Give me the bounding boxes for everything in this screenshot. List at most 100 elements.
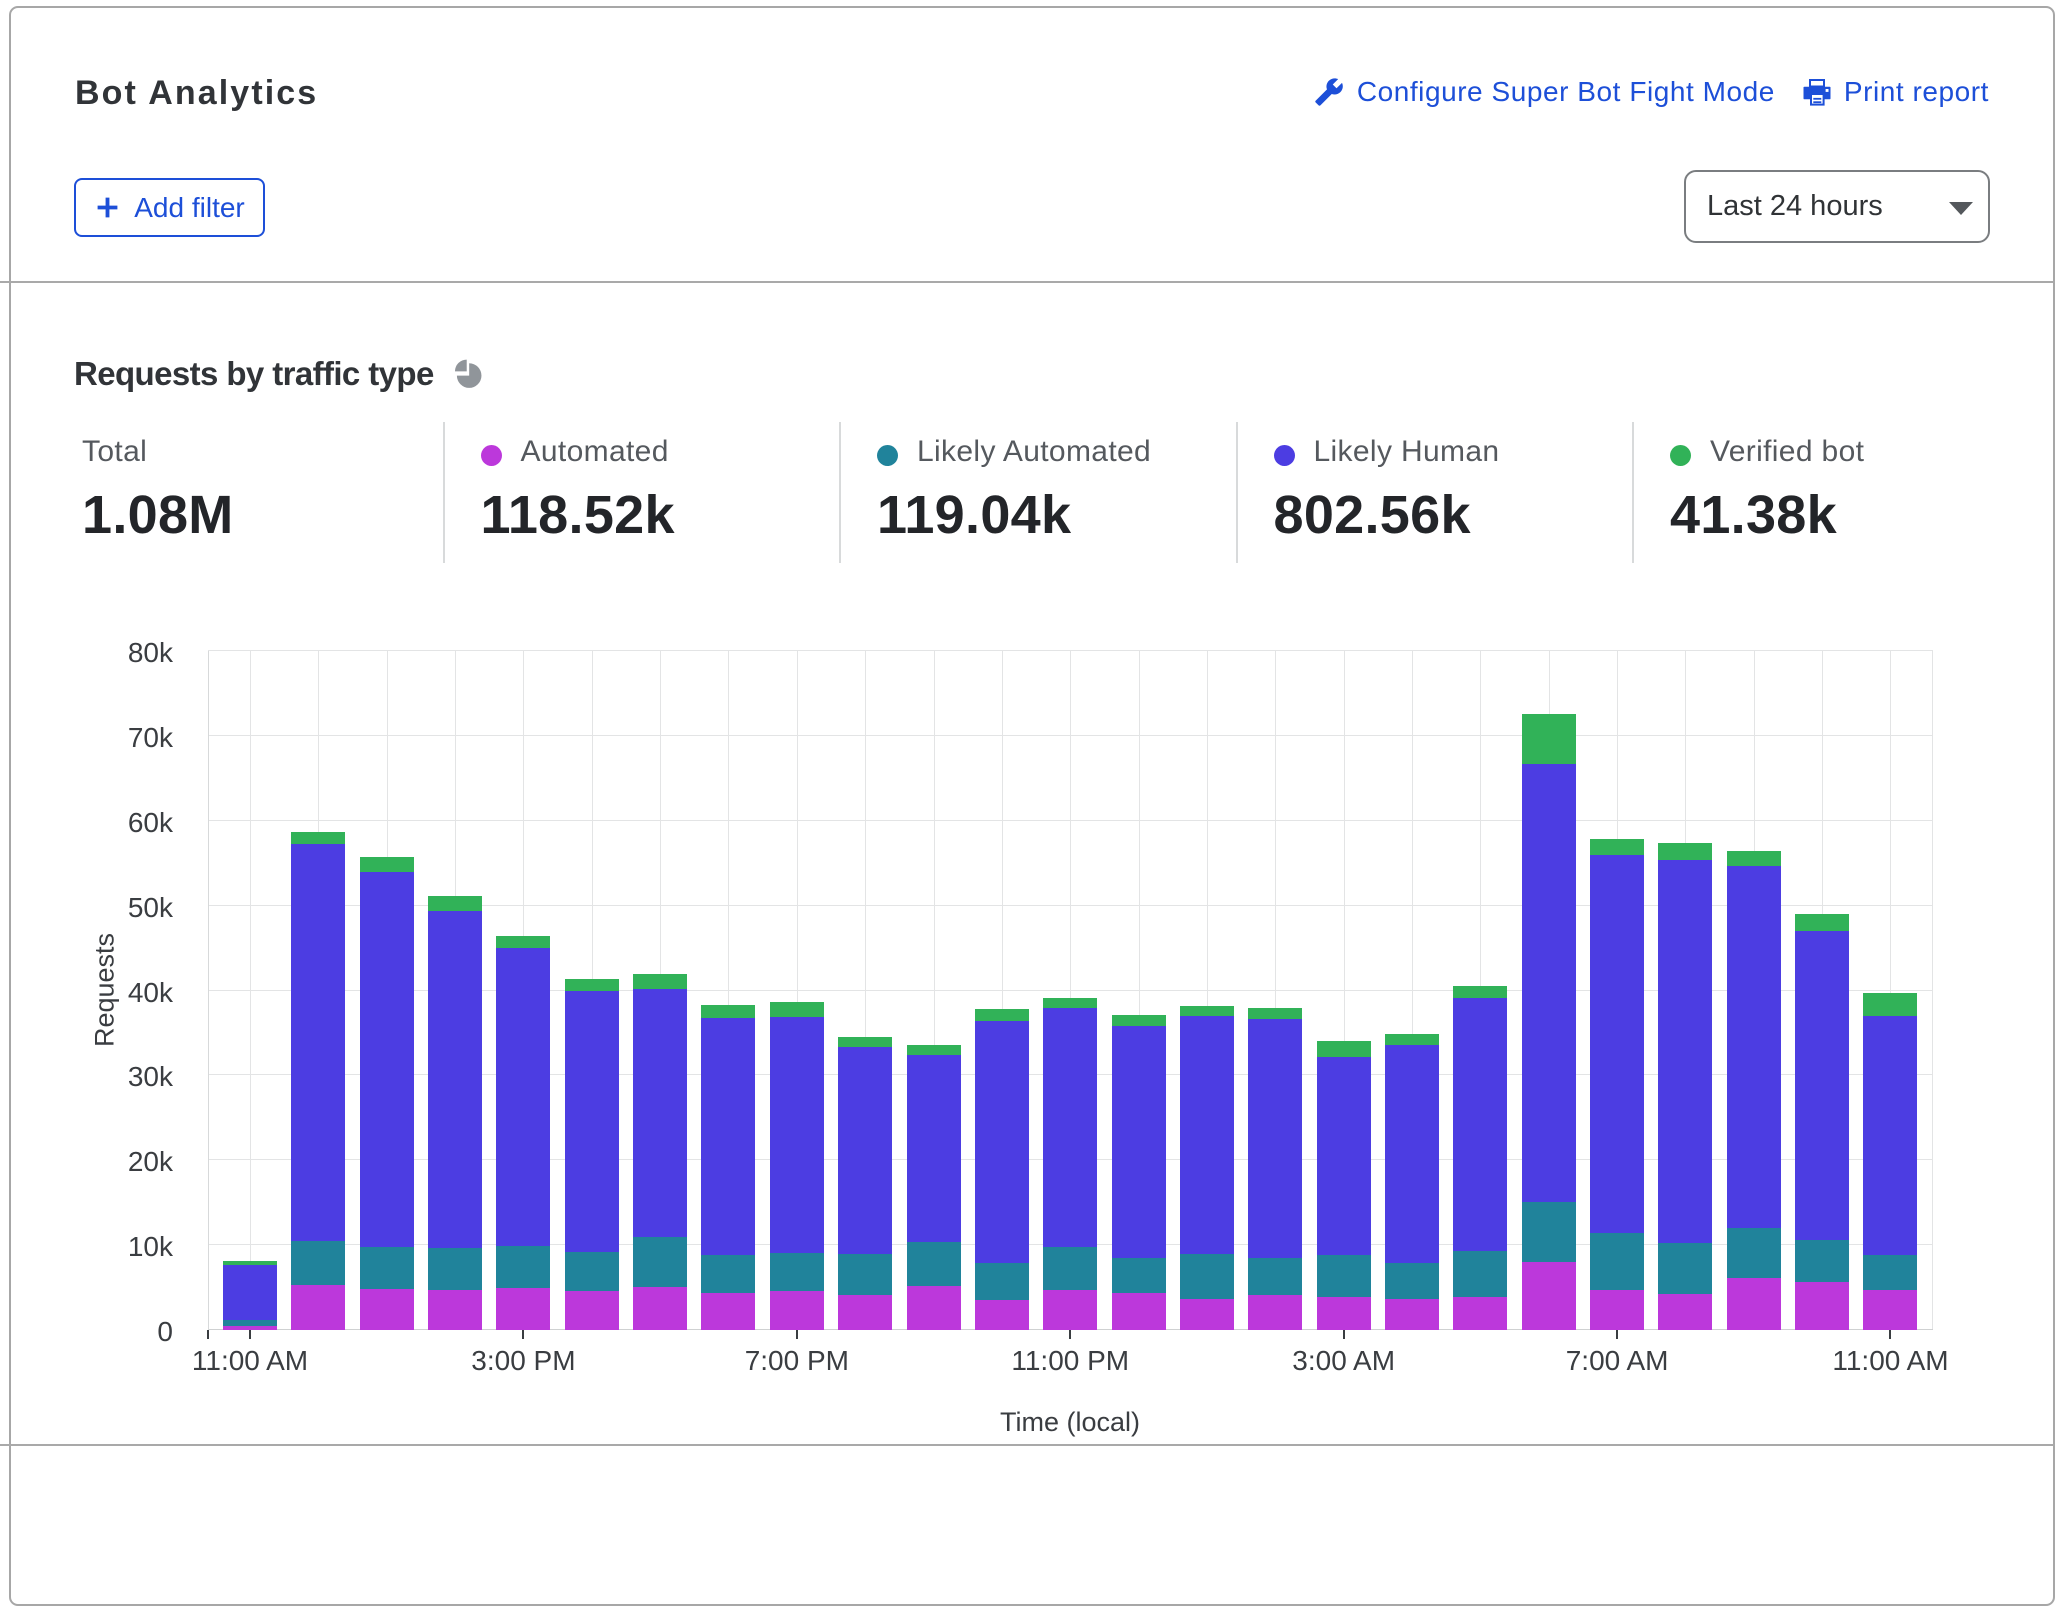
bar-8-00-pm[interactable] (838, 1037, 892, 1330)
bar-4-00-am[interactable] (1385, 1034, 1439, 1330)
print-report-link[interactable]: Print report (1803, 76, 1989, 108)
stat-label: Likely Human (1314, 435, 1500, 469)
bar-segment-likely-human (223, 1265, 277, 1320)
bar-8-00-am[interactable] (1658, 843, 1712, 1330)
bar-segment-likely-automated (223, 1320, 277, 1326)
bar-10-00-pm[interactable] (975, 1009, 1029, 1330)
bar-segment-verified-bot (1317, 1041, 1371, 1057)
bar-11-00-am[interactable] (1863, 993, 1917, 1330)
bar-segment-automated (1317, 1297, 1371, 1330)
x-tick-mark (522, 1330, 524, 1339)
bar-1-00-am[interactable] (1180, 1006, 1234, 1330)
bar-9-00-pm[interactable] (907, 1045, 961, 1330)
bar-segment-likely-human (1453, 998, 1507, 1251)
bar-segment-likely-human (1590, 855, 1644, 1233)
plot-right-edge-line (1932, 651, 1933, 1330)
bar-segment-verified-bot (428, 896, 482, 911)
bar-4-00-pm[interactable] (565, 979, 619, 1330)
bar-segment-likely-human (1180, 1016, 1234, 1254)
bar-segment-likely-human (1317, 1057, 1371, 1255)
bar-segment-verified-bot (770, 1002, 824, 1017)
bar-segment-likely-automated (701, 1255, 755, 1293)
bar-segment-likely-automated (907, 1242, 961, 1286)
header-links: Configure Super Bot Fight Mode Print rep… (1314, 76, 1989, 108)
bar-7-00-pm[interactable] (770, 1002, 824, 1330)
bar-12-00-am[interactable] (1112, 1015, 1166, 1330)
bar-10-00-am[interactable] (1795, 914, 1849, 1330)
bar-5-00-am[interactable] (1453, 986, 1507, 1330)
bar-segment-automated (1795, 1282, 1849, 1330)
stat-likely-automated: Likely Automated119.04k (839, 422, 1236, 563)
bar-5-00-pm[interactable] (633, 974, 687, 1330)
bar-segment-automated (975, 1300, 1029, 1330)
bar-9-00-am[interactable] (1727, 851, 1781, 1330)
time-range-select[interactable]: Last 24 hours (1684, 170, 1990, 243)
requests-chart: Requests Time (local) 010k20k30k40k50k60… (0, 600, 2062, 1444)
y-tick-label: 40k (128, 977, 173, 1009)
bar-segment-likely-automated (1180, 1254, 1234, 1299)
header-divider (0, 281, 2055, 283)
bar-segment-likely-automated (633, 1237, 687, 1287)
bar-segment-likely-human (1248, 1019, 1302, 1258)
bar-segment-likely-human (907, 1055, 961, 1242)
x-tick-label: 11:00 AM (192, 1345, 308, 1377)
add-filter-button[interactable]: Add filter (74, 178, 265, 237)
y-tick-label: 80k (128, 637, 173, 669)
stat-value: 1.08M (82, 484, 443, 546)
bar-segment-verified-bot (701, 1005, 755, 1018)
bar-segment-automated (1248, 1295, 1302, 1330)
bar-segment-likely-automated (1590, 1233, 1644, 1290)
traffic-type-stats: Total1.08MAutomated118.52kLikely Automat… (46, 422, 2036, 563)
time-range-value: Last 24 hours (1707, 190, 1883, 223)
bar-segment-likely-human (428, 911, 482, 1248)
bar-segment-likely-automated (1453, 1251, 1507, 1297)
bar-segment-likely-automated (1795, 1240, 1849, 1282)
bar-segment-automated (838, 1295, 892, 1330)
bar-7-00-am[interactable] (1590, 839, 1644, 1330)
bar-segment-likely-automated (360, 1247, 414, 1289)
bar-segment-likely-automated (565, 1252, 619, 1291)
bar-segment-automated (1522, 1262, 1576, 1330)
x-tick-mark (1343, 1330, 1345, 1339)
plus-icon (94, 194, 121, 221)
bar-segment-verified-bot (496, 936, 550, 948)
v-gridline (250, 651, 251, 1330)
stat-total: Total1.08M (46, 422, 443, 563)
bar-3-00-am[interactable] (1317, 1041, 1371, 1330)
chevron-down-icon (1949, 202, 1973, 215)
page-title: Bot Analytics (75, 74, 318, 113)
analytics-content: Bot Analytics Configure Super Bot Fight … (0, 0, 2062, 1450)
x-tick-label: 7:00 AM (1566, 1345, 1669, 1377)
bar-6-00-pm[interactable] (701, 1005, 755, 1330)
legend-dot (1670, 445, 1691, 466)
bar-11-00-pm[interactable] (1043, 998, 1097, 1330)
bar-2-00-pm[interactable] (428, 896, 482, 1330)
x-tick-label: 11:00 PM (1011, 1345, 1129, 1377)
bar-6-00-am[interactable] (1522, 714, 1576, 1330)
bar-segment-verified-bot (360, 857, 414, 872)
bar-segment-verified-bot (1248, 1008, 1302, 1019)
stat-value: 119.04k (877, 484, 1236, 546)
bar-segment-automated (565, 1291, 619, 1330)
x-tick-mark (1069, 1330, 1071, 1339)
bar-segment-verified-bot (1522, 714, 1576, 764)
bar-11-00-am[interactable] (223, 1261, 277, 1330)
bar-segment-automated (496, 1288, 550, 1330)
bar-segment-likely-automated (1522, 1202, 1576, 1262)
bar-segment-automated (1180, 1299, 1234, 1330)
x-axis-title: Time (local) (1000, 1407, 1140, 1438)
bar-12-00-pm[interactable] (291, 832, 345, 1330)
bar-segment-automated (1727, 1278, 1781, 1330)
bar-3-00-pm[interactable] (496, 936, 550, 1330)
legend-dot (877, 445, 898, 466)
bar-1-00-pm[interactable] (360, 857, 414, 1330)
bar-segment-likely-automated (291, 1241, 345, 1285)
bar-segment-likely-human (1727, 866, 1781, 1228)
bar-segment-likely-automated (975, 1263, 1029, 1300)
bar-2-00-am[interactable] (1248, 1008, 1302, 1330)
bar-segment-likely-human (1043, 1008, 1097, 1247)
wrench-icon (1314, 77, 1344, 107)
bar-segment-verified-bot (1043, 998, 1097, 1008)
configure-super-bot-fight-mode-link[interactable]: Configure Super Bot Fight Mode (1314, 76, 1775, 108)
x-tick-mark (249, 1330, 251, 1339)
